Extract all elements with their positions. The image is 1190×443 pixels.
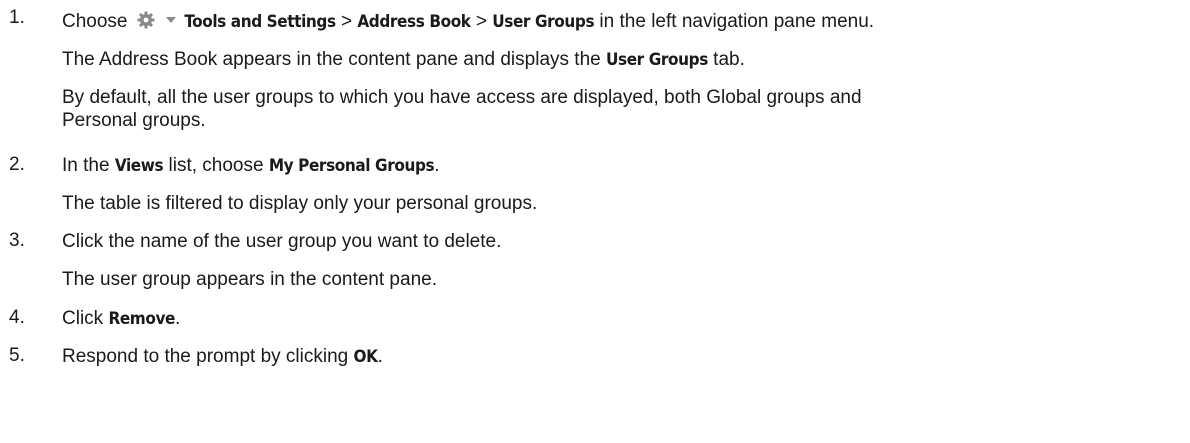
menu-path-user-groups: User Groups bbox=[492, 12, 595, 32]
instruction-text: . bbox=[175, 308, 181, 329]
path-separator: > bbox=[470, 11, 493, 32]
result-text: tab. bbox=[707, 49, 745, 70]
step-result: The table is filtered to display only yo… bbox=[62, 193, 538, 214]
step-number: 1. bbox=[9, 7, 25, 28]
note-line: Personal groups. bbox=[62, 110, 206, 131]
step-number: 4. bbox=[9, 307, 25, 328]
list-name-views: Views bbox=[114, 156, 164, 176]
step-instruction: In the Views list, choose My Personal Gr… bbox=[62, 154, 1177, 178]
view-option-my-personal-groups: My Personal Groups bbox=[268, 156, 435, 176]
instruction-text: Respond to the prompt by clicking bbox=[62, 346, 354, 367]
instruction-text: list, choose bbox=[163, 155, 269, 176]
step-number: 3. bbox=[9, 230, 25, 251]
step-instruction: Click Remove. bbox=[62, 307, 1177, 331]
result-text: The Address Book appears in the content … bbox=[62, 49, 606, 70]
note-line: By default, all the user groups to which… bbox=[62, 87, 862, 108]
menu-path-tools-and-settings: Tools and Settings bbox=[184, 12, 336, 32]
step-instruction: Choose Tools and Settings > Address Book… bbox=[62, 7, 1177, 34]
instruction-text: In the bbox=[62, 155, 115, 176]
step-result: The user group appears in the content pa… bbox=[62, 269, 437, 290]
step-number: 2. bbox=[9, 154, 25, 175]
instruction-text: Choose bbox=[62, 11, 128, 32]
path-separator: > bbox=[335, 11, 358, 32]
step-result: The Address Book appears in the content … bbox=[62, 48, 1172, 72]
menu-path-address-book: Address Book bbox=[357, 12, 471, 32]
tab-name-user-groups: User Groups bbox=[605, 50, 708, 70]
instruction-text: . bbox=[377, 346, 383, 367]
instruction-document: 1. Choose Tools and Settings > Address B… bbox=[0, 0, 1190, 443]
button-name-ok: OK bbox=[353, 347, 378, 367]
dropdown-caret-icon bbox=[166, 7, 177, 23]
instruction-text: Click bbox=[62, 308, 109, 329]
step-number: 5. bbox=[9, 345, 25, 366]
step-note: By default, all the user groups to which… bbox=[62, 86, 1172, 132]
button-name-remove: Remove bbox=[108, 309, 175, 329]
instruction-text: in the left navigation pane menu. bbox=[594, 11, 875, 32]
step-instruction: Click the name of the user group you wan… bbox=[62, 231, 502, 252]
step-instruction: Respond to the prompt by clicking OK. bbox=[62, 345, 1177, 369]
gear-icon bbox=[137, 11, 155, 29]
instruction-text: . bbox=[434, 155, 440, 176]
